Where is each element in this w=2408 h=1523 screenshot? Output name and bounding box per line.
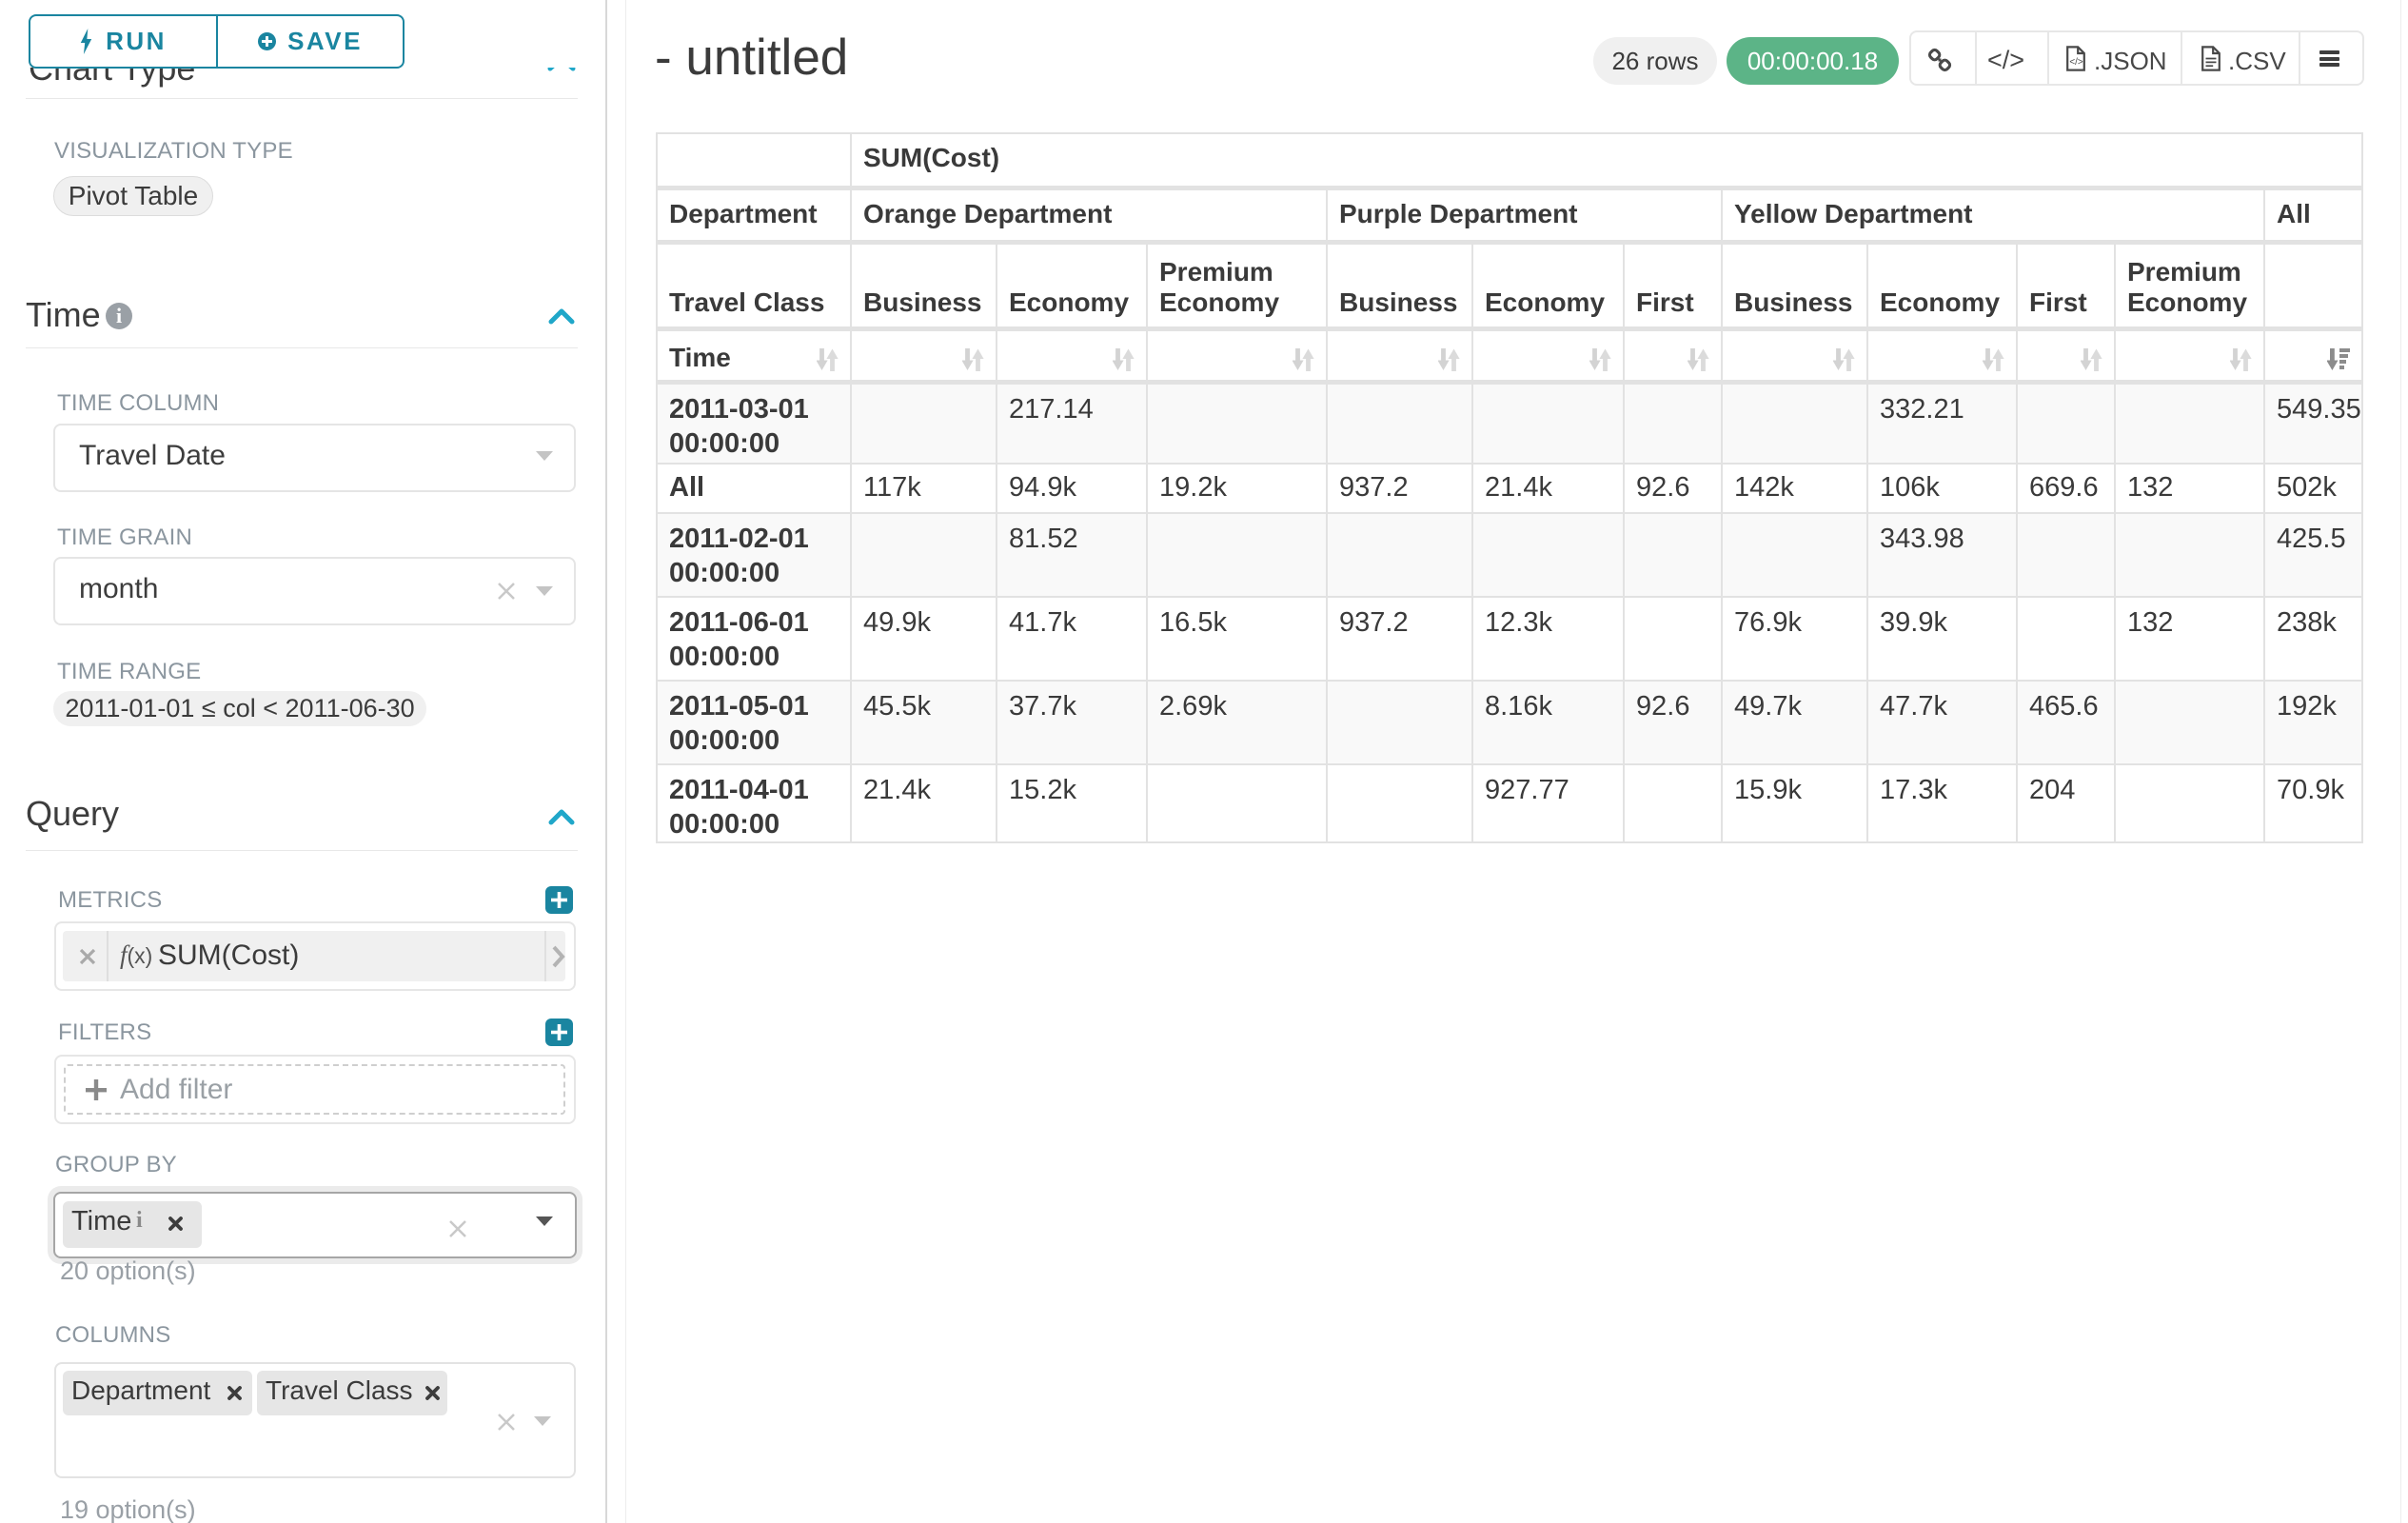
svg-text:</>: </> (2069, 57, 2083, 68)
